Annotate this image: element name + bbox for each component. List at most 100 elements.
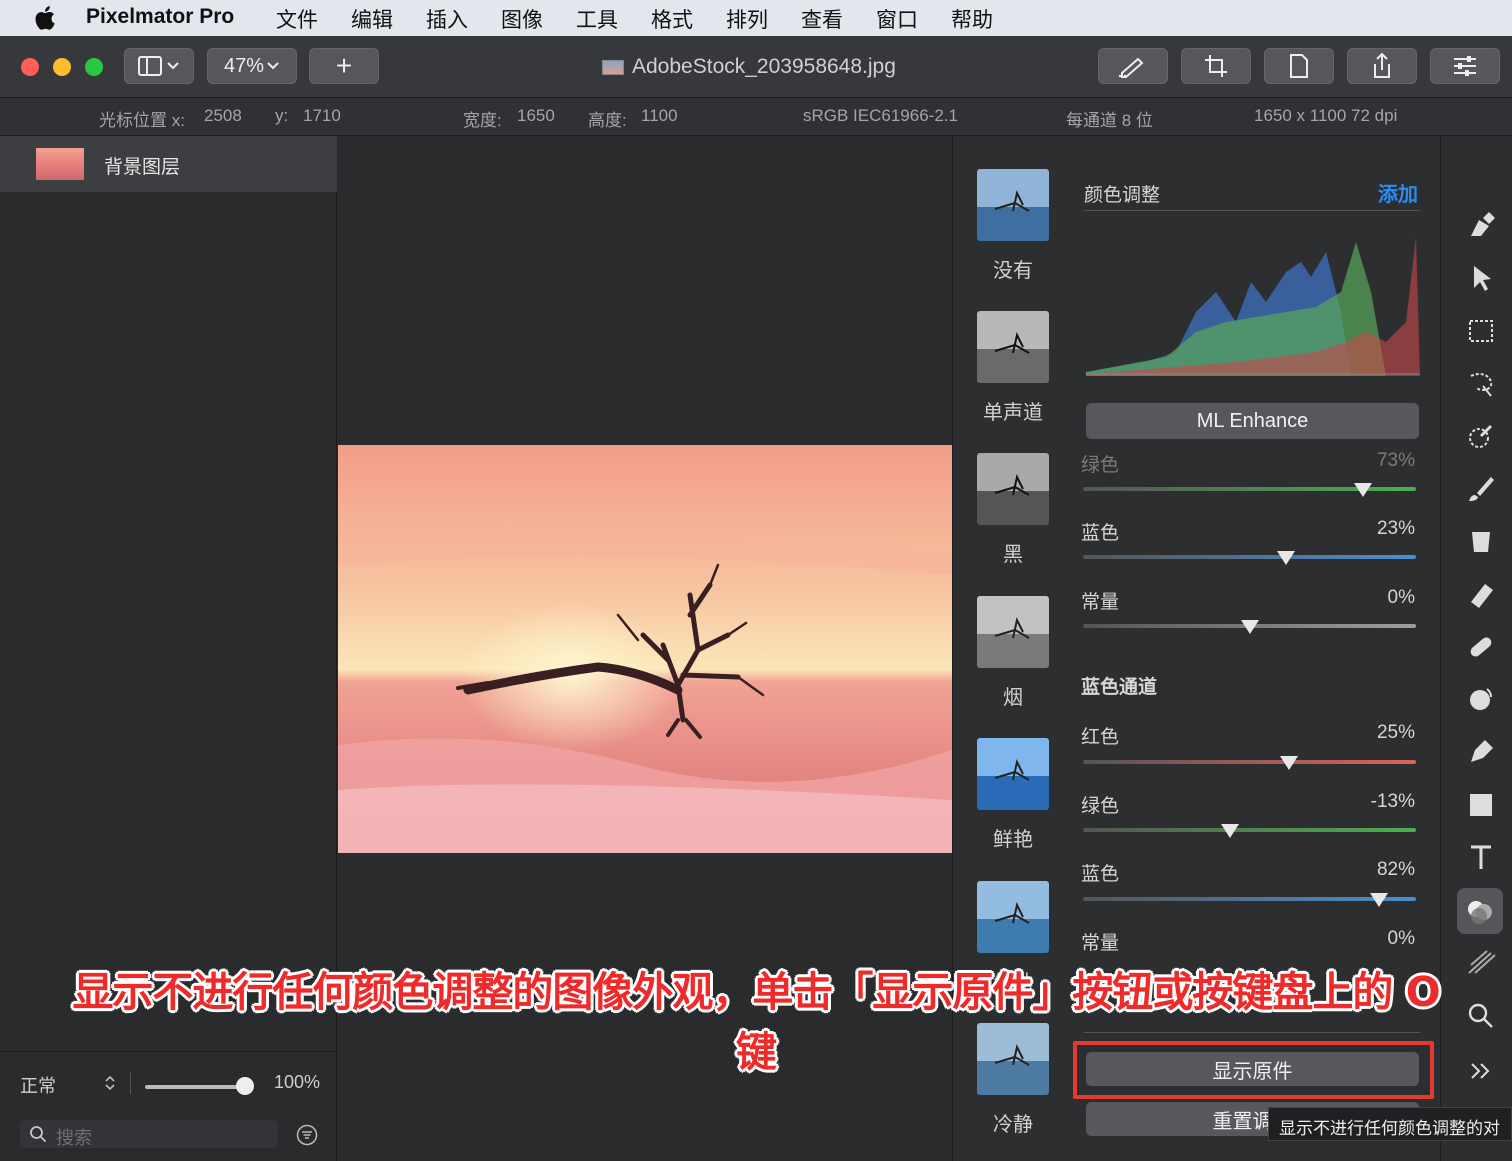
style-tool-icon[interactable] [1461, 206, 1501, 246]
preset-label: 烟 [1003, 687, 1023, 709]
slider-value-green: 73% [1376, 450, 1415, 471]
menu-tools[interactable]: 工具 [576, 4, 618, 34]
preset-thumbnail [977, 596, 1049, 668]
ml-enhance-button[interactable]: ML Enhance [1086, 403, 1419, 439]
ml-tool-button[interactable] [1098, 48, 1168, 84]
apple-logo-icon[interactable] [32, 4, 56, 32]
preset-label: 单声道 [983, 402, 1043, 424]
preset-black[interactable]: 黑 [977, 453, 1049, 567]
bit-depth: 每通道 8 位 [1066, 111, 1153, 130]
zoom-value: 47% [223, 54, 265, 77]
color-profile: sRGB IEC61966-2.1 [803, 106, 958, 125]
effects-icon[interactable] [1461, 943, 1501, 983]
text-tool-icon[interactable] [1461, 838, 1501, 878]
zoom-tool-icon[interactable] [1461, 996, 1501, 1036]
retouch-bandage-icon[interactable] [1461, 627, 1501, 667]
paint-brush-icon[interactable] [1461, 469, 1501, 509]
layer-search-input[interactable]: 搜索 [20, 1120, 278, 1148]
slider-label-constant: 常量 [1081, 592, 1120, 613]
blue-slider-knob[interactable] [1370, 893, 1389, 907]
preset-vivid[interactable]: 鲜艳 [977, 738, 1049, 852]
chevron-down-icon [267, 62, 279, 70]
slider-label-green: 绿色 [1081, 796, 1120, 817]
preset-smoke[interactable]: 烟 [977, 596, 1049, 710]
preset-label: 鲜艳 [993, 829, 1033, 851]
highlight-box [1073, 1041, 1434, 1099]
width-value: 1650 [517, 106, 555, 125]
preset-label: 黑 [1003, 544, 1023, 566]
menu-format[interactable]: 格式 [651, 4, 693, 34]
preset-none[interactable]: 没有 [977, 169, 1049, 283]
pen-tool-icon[interactable] [1461, 732, 1501, 772]
menu-help[interactable]: 帮助 [951, 4, 993, 34]
rect-select-icon[interactable] [1461, 311, 1501, 351]
menu-view[interactable]: 查看 [801, 4, 843, 34]
eraser-icon[interactable] [1461, 574, 1501, 614]
document-title: AdobeStock_203958648.jpg [632, 55, 896, 78]
blend-mode-select[interactable]: 正常 [20, 1072, 56, 1098]
preset-label: 冷静 [993, 1114, 1033, 1136]
cursor-y-label: y: [275, 106, 289, 125]
preset-thumbnail [977, 169, 1049, 241]
menu-file[interactable]: 文件 [276, 4, 318, 34]
green-slider-knob[interactable] [1220, 824, 1239, 838]
sliders-icon [1454, 56, 1476, 76]
app-name-menu[interactable]: Pixelmator Pro [86, 5, 234, 29]
red-slider-knob[interactable] [1280, 756, 1299, 770]
add-adjustment-link[interactable]: 添加 [1378, 178, 1418, 207]
crop-icon [1205, 55, 1227, 77]
crop-button[interactable] [1181, 48, 1251, 84]
histogram [1086, 237, 1420, 376]
search-placeholder: 搜索 [56, 1128, 92, 1148]
sidebar-toggle-button[interactable] [124, 48, 194, 84]
plus-icon: + [335, 50, 353, 81]
cursor-y-value: 1710 [303, 106, 341, 125]
more-tools-icon[interactable] [1461, 1051, 1501, 1091]
menu-insert[interactable]: 插入 [426, 4, 468, 34]
color-picker-icon[interactable] [1461, 416, 1501, 456]
blue-slider-track[interactable] [1083, 897, 1416, 901]
pen-sparkle-icon [1118, 57, 1144, 78]
constant-slider-knob[interactable] [1240, 620, 1259, 634]
blue-slider-track[interactable] [1083, 555, 1416, 559]
distort-icon[interactable] [1461, 679, 1501, 719]
document-icon [1290, 54, 1308, 78]
opacity-slider-knob[interactable] [236, 1077, 254, 1095]
slider-value-blue: 82% [1376, 859, 1415, 880]
zoom-window-button[interactable] [85, 58, 103, 76]
menu-edit[interactable]: 编辑 [351, 4, 393, 34]
slider-label-blue: 蓝色 [1081, 864, 1120, 885]
add-button[interactable]: + [309, 48, 379, 84]
menu-arrange[interactable]: 排列 [726, 4, 768, 34]
minimize-window-button[interactable] [53, 58, 71, 76]
preset-mono[interactable]: 单声道 [977, 311, 1049, 425]
opacity-slider[interactable] [145, 1085, 245, 1089]
blue-slider-knob[interactable] [1277, 551, 1296, 565]
fill-bucket-icon[interactable] [1461, 521, 1501, 561]
preset-thumbnail [977, 311, 1049, 383]
preset-thumbnail [977, 738, 1049, 810]
menu-image[interactable]: 图像 [501, 4, 543, 34]
title-divider [1084, 210, 1420, 211]
close-window-button[interactable] [21, 58, 39, 76]
layer-row[interactable]: 背景图层 [0, 136, 337, 192]
color-adjust-tool-button[interactable] [1457, 888, 1503, 934]
tooltip: 显示不进行任何颜色调整的对 [1268, 1107, 1512, 1141]
zoom-dropdown[interactable]: 47% [207, 48, 297, 84]
menu-window[interactable]: 窗口 [876, 4, 918, 34]
slider-value-constant: 0% [1387, 928, 1415, 949]
arrange-pointer-icon[interactable] [1461, 258, 1501, 298]
red-slider-track[interactable] [1083, 760, 1416, 764]
adjust-button[interactable] [1430, 48, 1500, 84]
photo-canvas[interactable] [338, 445, 952, 853]
format-button[interactable] [1264, 48, 1334, 84]
share-button[interactable] [1347, 48, 1417, 84]
filter-icon[interactable] [296, 1124, 318, 1146]
slider-label-red: 红色 [1081, 727, 1120, 748]
green-slider-track[interactable] [1083, 828, 1416, 832]
shape-rectangle-icon[interactable] [1461, 785, 1501, 825]
preset-thumbnail [977, 881, 1049, 953]
color-adjust-icon [1468, 901, 1492, 924]
green-slider-knob[interactable] [1353, 483, 1372, 497]
smart-select-icon[interactable] [1461, 364, 1501, 404]
